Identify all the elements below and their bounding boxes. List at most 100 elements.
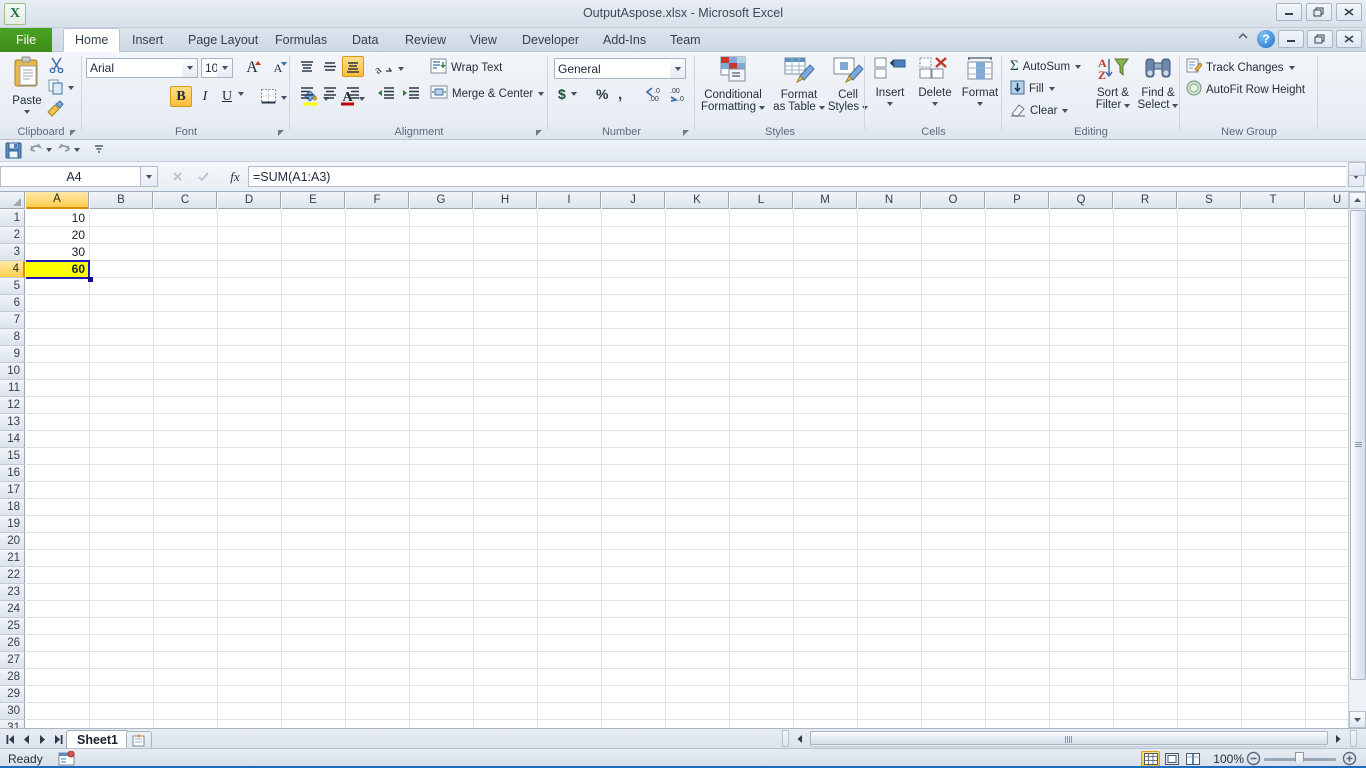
wrap-text-button[interactable]: Wrap Text bbox=[430, 58, 502, 77]
tab-file[interactable]: File bbox=[0, 28, 53, 52]
row-header-20[interactable]: 20 bbox=[0, 533, 25, 550]
alignment-dialog-launcher[interactable] bbox=[533, 127, 544, 138]
customize-quick-access-toolbar-button[interactable] bbox=[92, 142, 106, 161]
horizontal-split-handle-right[interactable] bbox=[1350, 730, 1357, 747]
comma-style-button[interactable]: , bbox=[618, 86, 622, 103]
column-header-b[interactable]: B bbox=[90, 192, 153, 209]
column-header-j[interactable]: J bbox=[602, 192, 665, 209]
next-sheet-button[interactable] bbox=[34, 731, 50, 747]
increase-indent-button[interactable] bbox=[399, 82, 423, 103]
horizontal-scroll-track[interactable] bbox=[810, 731, 1328, 747]
help-button[interactable]: ? bbox=[1257, 30, 1275, 48]
underline-dropdown[interactable] bbox=[238, 92, 244, 96]
number-format-dropdown[interactable] bbox=[670, 58, 686, 79]
cut-button[interactable] bbox=[48, 56, 65, 76]
name-box[interactable]: A4 bbox=[0, 166, 148, 187]
scroll-down-button[interactable] bbox=[1349, 711, 1366, 728]
autofit-row-height-button[interactable]: AutoFit Row Height bbox=[1186, 80, 1305, 99]
column-header-e[interactable]: E bbox=[282, 192, 345, 209]
column-header-h[interactable]: H bbox=[474, 192, 537, 209]
row-header-29[interactable]: 29 bbox=[0, 686, 25, 703]
row-header-8[interactable]: 8 bbox=[0, 329, 25, 346]
track-changes-button[interactable]: Track Changes bbox=[1186, 58, 1295, 77]
font-dialog-launcher[interactable] bbox=[275, 127, 286, 138]
tab-formulas[interactable]: Formulas bbox=[264, 28, 338, 52]
conditional-formatting-button[interactable]: Conditional Formatting bbox=[697, 56, 769, 113]
clear-button[interactable]: Clear bbox=[1010, 102, 1069, 120]
enter-formula-button[interactable] bbox=[192, 166, 214, 187]
find-select-button[interactable]: Find & Select bbox=[1136, 56, 1180, 111]
column-header-f[interactable]: F bbox=[346, 192, 409, 209]
insert-cells-button[interactable]: Insert bbox=[869, 56, 911, 106]
row-header-5[interactable]: 5 bbox=[0, 278, 25, 295]
scroll-up-button[interactable] bbox=[1349, 192, 1366, 209]
insert-worksheet-button[interactable] bbox=[126, 731, 152, 748]
minimize-window-button-2[interactable] bbox=[1278, 30, 1304, 48]
insert-function-button[interactable]: fx bbox=[224, 166, 246, 187]
underline-button[interactable]: U bbox=[216, 86, 238, 107]
tab-review[interactable]: Review bbox=[394, 28, 457, 52]
format-cells-button[interactable]: Format bbox=[959, 56, 1001, 106]
save-button[interactable] bbox=[5, 142, 22, 162]
column-header-t[interactable]: T bbox=[1242, 192, 1305, 209]
column-header-a[interactable]: A bbox=[26, 192, 89, 209]
row-header-27[interactable]: 27 bbox=[0, 652, 25, 669]
row-header-2[interactable]: 2 bbox=[0, 227, 25, 244]
tab-view[interactable]: View bbox=[459, 28, 508, 52]
grid-cells-area[interactable]: 10 20 30 60 bbox=[26, 210, 1348, 728]
align-middle-button[interactable] bbox=[319, 56, 341, 77]
zoom-level-label[interactable]: 100% bbox=[1213, 752, 1244, 766]
column-header-m[interactable]: M bbox=[794, 192, 857, 209]
font-name-input[interactable] bbox=[86, 58, 194, 78]
number-format-input[interactable] bbox=[554, 58, 686, 79]
scroll-right-button[interactable] bbox=[1330, 731, 1346, 747]
scroll-left-button[interactable] bbox=[792, 731, 808, 747]
row-header-13[interactable]: 13 bbox=[0, 414, 25, 431]
font-size-dropdown[interactable] bbox=[217, 58, 233, 78]
align-left-button[interactable] bbox=[296, 82, 318, 103]
row-header-10[interactable]: 10 bbox=[0, 363, 25, 380]
column-header-q[interactable]: Q bbox=[1050, 192, 1113, 209]
shrink-font-button[interactable]: A bbox=[266, 57, 290, 79]
number-dialog-launcher[interactable] bbox=[680, 127, 691, 138]
row-header-1[interactable]: 1 bbox=[0, 210, 25, 227]
row-header-12[interactable]: 12 bbox=[0, 397, 25, 414]
row-header-6[interactable]: 6 bbox=[0, 295, 25, 312]
row-header-30[interactable]: 30 bbox=[0, 703, 25, 720]
clipboard-dialog-launcher[interactable] bbox=[67, 127, 78, 138]
cell-A3[interactable]: 30 bbox=[26, 244, 89, 261]
select-all-button[interactable] bbox=[0, 192, 25, 209]
font-name-dropdown[interactable] bbox=[182, 58, 198, 78]
column-header-r[interactable]: R bbox=[1114, 192, 1177, 209]
format-as-table-button[interactable]: Format as Table bbox=[771, 56, 827, 113]
zoom-slider-thumb[interactable] bbox=[1295, 752, 1304, 766]
zoom-in-button[interactable] bbox=[1342, 751, 1358, 767]
cell-styles-button[interactable]: Cell Styles bbox=[827, 56, 869, 113]
column-header-s[interactable]: S bbox=[1178, 192, 1241, 209]
column-header-p[interactable]: P bbox=[986, 192, 1049, 209]
vertical-split-handle[interactable] bbox=[1348, 162, 1366, 176]
paste-chevron-down-icon[interactable] bbox=[24, 110, 30, 114]
close-button[interactable] bbox=[1336, 3, 1362, 21]
accounting-format-button[interactable]: $ bbox=[558, 86, 577, 102]
row-header-7[interactable]: 7 bbox=[0, 312, 25, 329]
tab-team[interactable]: Team bbox=[659, 28, 712, 52]
zoom-out-button[interactable] bbox=[1246, 751, 1262, 767]
close-workbook-button[interactable] bbox=[1336, 30, 1362, 48]
column-header-c[interactable]: C bbox=[154, 192, 217, 209]
horizontal-scroll-thumb[interactable] bbox=[810, 731, 1328, 745]
row-header-9[interactable]: 9 bbox=[0, 346, 25, 363]
percent-style-button[interactable]: % bbox=[596, 86, 608, 102]
grow-font-button[interactable]: A bbox=[240, 57, 264, 79]
row-header-28[interactable]: 28 bbox=[0, 669, 25, 686]
orientation-button[interactable]: a bbox=[371, 58, 404, 79]
row-header-16[interactable]: 16 bbox=[0, 465, 25, 482]
horizontal-split-handle[interactable] bbox=[782, 730, 789, 747]
merge-center-button[interactable]: Merge & Center bbox=[430, 84, 545, 103]
increase-decimal-button[interactable]: .0 .00 bbox=[644, 86, 663, 105]
minimize-button[interactable] bbox=[1276, 3, 1302, 21]
column-header-k[interactable]: K bbox=[666, 192, 729, 209]
tab-home[interactable]: Home bbox=[63, 28, 121, 52]
bold-button[interactable]: B bbox=[170, 86, 192, 107]
tab-data[interactable]: Data bbox=[341, 28, 389, 52]
